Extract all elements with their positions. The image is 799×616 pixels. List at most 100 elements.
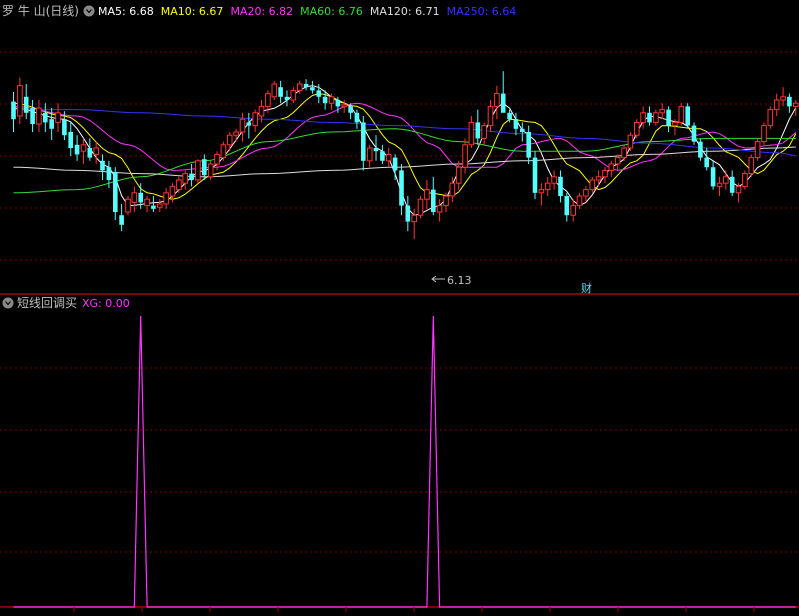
candle-body (729, 176, 735, 193)
candle (685, 103, 690, 129)
candle (627, 132, 634, 152)
candle-body (258, 105, 265, 117)
candle-body (361, 122, 366, 161)
candle-body (647, 112, 652, 123)
candle-body (659, 109, 666, 114)
candle-body (595, 176, 602, 181)
candle-body (169, 185, 176, 197)
candle (125, 196, 131, 216)
candle-body (710, 167, 716, 187)
candle-body (487, 105, 494, 127)
candle-body (207, 163, 214, 178)
candle (271, 80, 278, 100)
candle-body (793, 102, 799, 107)
candle-body (602, 169, 608, 178)
candle-body (74, 144, 80, 155)
candle-body (220, 144, 227, 159)
candle-body (202, 159, 207, 176)
candle-body (411, 214, 417, 223)
candle (220, 141, 227, 161)
candle-body (30, 108, 35, 124)
candle-body (589, 179, 596, 191)
candle-body (627, 134, 634, 149)
candle-body (233, 131, 239, 136)
candle-body (462, 144, 468, 168)
candle-body (468, 121, 475, 146)
candle-body (348, 106, 353, 113)
candle-body (23, 96, 29, 113)
candle-body (698, 141, 703, 158)
candle-body (640, 112, 646, 123)
candle (678, 103, 685, 126)
candle-body (17, 85, 23, 117)
candle-body (278, 87, 283, 97)
candle-body (773, 99, 780, 111)
kline-chart[interactable]: 6.13 财 罗 牛 山(日线) MA5: 6.68 MA10: 6.67 MA20… (0, 0, 799, 616)
candle-body (678, 105, 685, 123)
legend-item: MA60: 6.76 (300, 5, 363, 18)
candle-body (544, 182, 551, 191)
candle-body (526, 132, 531, 158)
candle-body (583, 189, 589, 197)
candle-body (341, 104, 347, 107)
candle-body (163, 192, 169, 205)
candle-body (481, 125, 487, 139)
candle-body (93, 147, 100, 155)
candle-body (716, 182, 723, 187)
candle-body (558, 176, 563, 196)
candle-body (36, 107, 42, 125)
candle-body (748, 157, 755, 175)
candle-body (106, 167, 112, 180)
financial-event-marker[interactable]: 财 (581, 281, 592, 295)
candle-body (564, 196, 570, 216)
candle-body (666, 109, 671, 126)
candle-body (704, 157, 709, 168)
collapse-circle-icon[interactable] (2, 297, 14, 309)
candle-body (538, 189, 545, 194)
ma-legend: MA5: 6.68 MA10: 6.67 MA20: 6.82 MA60: 6.76 M… (98, 5, 516, 18)
candle (767, 106, 774, 129)
candle (691, 122, 697, 145)
candle-body (252, 112, 258, 127)
candle (532, 151, 538, 200)
candle (748, 154, 755, 177)
candle-body (296, 83, 303, 91)
candle-body (513, 119, 519, 129)
legend-item: MA10: 6.67 (161, 5, 224, 18)
candle-body (672, 121, 678, 127)
candle-body (176, 179, 182, 191)
candle-body (417, 198, 424, 216)
candle-body (239, 118, 246, 133)
candle (698, 138, 703, 161)
candle-body (653, 112, 659, 123)
candle-body (742, 173, 748, 187)
candle-body (520, 128, 525, 132)
candle-body (767, 109, 774, 127)
candle-body (576, 195, 583, 207)
candle (754, 138, 761, 161)
candle-body (182, 173, 188, 184)
candle-body (316, 90, 322, 97)
candle-body (11, 101, 16, 120)
legend-item: MA250: 6.64 (447, 5, 517, 18)
candle-body (144, 198, 150, 207)
candle-body (226, 134, 233, 146)
legend-item: MA120: 6.71 (370, 5, 440, 18)
candle-body (443, 195, 449, 207)
candle-body (500, 93, 506, 113)
collapse-circle-icon[interactable] (83, 5, 95, 17)
candle-body (335, 100, 341, 107)
candle-body (780, 96, 786, 101)
candle (417, 196, 424, 219)
candle-body (119, 215, 124, 225)
candle-body (449, 182, 456, 197)
candle-body (634, 121, 640, 136)
candle-body (310, 87, 315, 91)
candle-body (392, 157, 398, 171)
candle-body (691, 125, 697, 142)
candle-body (113, 172, 118, 212)
candle-body (354, 112, 360, 123)
candle-body (151, 205, 156, 209)
candle-body (431, 189, 436, 212)
candle-body (735, 185, 742, 194)
